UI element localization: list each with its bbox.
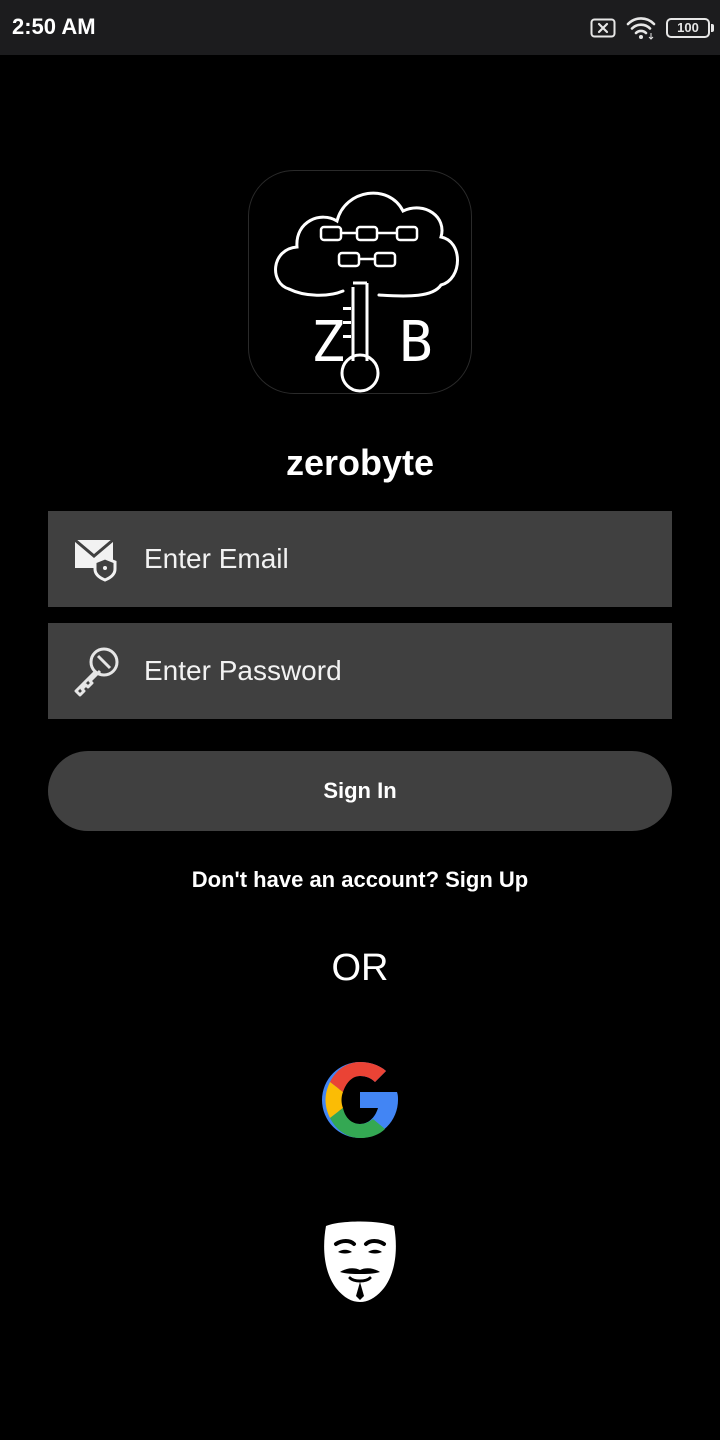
sign-up-link[interactable]: Don't have an account? Sign Up (0, 864, 720, 896)
wifi-icon (626, 16, 656, 40)
app-logo: Z B (248, 170, 472, 394)
guy-fawkes-mask-icon (324, 1221, 396, 1302)
password-field[interactable] (48, 623, 672, 719)
or-divider-label: OR (331, 947, 389, 989)
password-input[interactable] (144, 623, 654, 719)
app-name: zerobyte (285, 442, 435, 483)
google-sign-in-button[interactable] (318, 1058, 402, 1142)
status-time: 2:50 AM (12, 14, 96, 39)
logo-letter-b: B (399, 310, 433, 375)
mail-shield-icon (70, 533, 122, 585)
anonymous-sign-in-button[interactable] (320, 1218, 400, 1304)
sim-error-icon (590, 18, 616, 38)
status-bar: 2:50 AM 100 (0, 0, 720, 55)
battery-icon: 100 (666, 18, 714, 38)
key-icon (70, 645, 122, 697)
status-icons: 100 (590, 14, 714, 42)
email-field[interactable] (48, 511, 672, 607)
email-input[interactable] (144, 511, 654, 607)
logo-letter-z: Z (311, 310, 345, 375)
zerobyte-logo-icon: Z B (274, 191, 459, 393)
sign-in-button[interactable]: Sign In (48, 751, 672, 831)
google-g-icon (322, 1062, 398, 1138)
